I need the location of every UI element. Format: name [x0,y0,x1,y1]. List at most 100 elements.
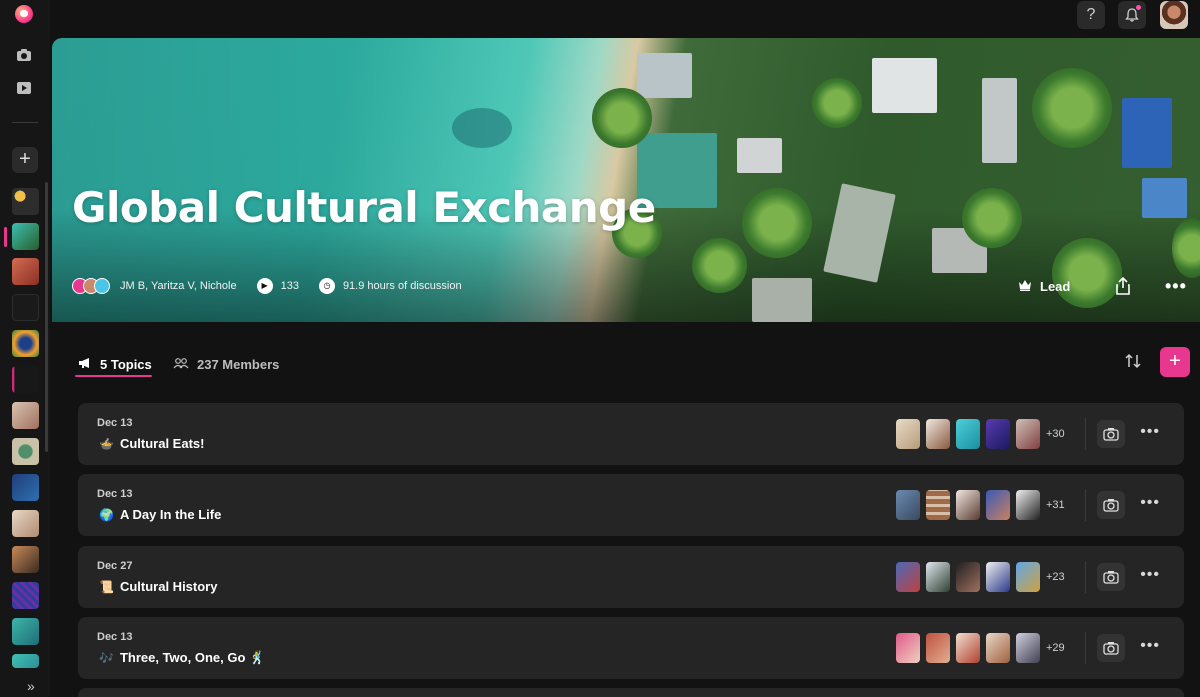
video-thumbnail[interactable] [896,633,920,663]
tab-topics[interactable]: 5 Topics [78,354,152,374]
topic-card[interactable]: Dec 13 🎶 Three, Two, One, Go 🕺 +29 ••• [78,617,1184,679]
group-thumbnail[interactable] [12,366,39,393]
crown-icon [1018,279,1032,294]
more-videos-count: +31 [1046,499,1065,511]
topic-emoji: 🍲 [99,436,114,451]
hero-image-detail [1032,68,1112,148]
share-button[interactable] [1115,274,1131,298]
rail-scrollbar[interactable] [45,182,48,452]
topic-card[interactable]: Dec 13 🍲 Cultural Eats! +30 ••• [78,403,1184,465]
group-thumbnail[interactable] [12,258,39,285]
topic-more-button[interactable]: ••• [1140,566,1160,584]
topic-card[interactable] [78,688,1184,697]
notification-badge [1135,4,1142,11]
video-icon[interactable] [15,79,33,97]
hero-image-detail [737,138,782,173]
group-thumbnail[interactable] [12,294,39,321]
group-thumbnail[interactable] [12,546,39,573]
video-thumbnail[interactable] [926,633,950,663]
hero-image-detail [1142,178,1187,218]
video-thumbnail[interactable] [956,419,980,449]
left-rail: + » [0,0,50,697]
topic-more-button[interactable]: ••• [1140,637,1160,655]
group-thumbnail[interactable] [12,618,39,645]
topic-more-button[interactable]: ••• [1140,423,1160,441]
group-thumbnail[interactable] [12,510,39,537]
video-thumbnail[interactable] [986,419,1010,449]
hero-discussion-label: 91.9 hours of discussion [342,280,462,292]
group-thumbnail[interactable] [12,188,39,215]
video-thumbnail[interactable] [896,419,920,449]
topic-date: Dec 13 [97,488,133,500]
notifications-button[interactable] [1118,1,1146,29]
topic-card[interactable]: Dec 27 📜 Cultural History +23 ••• [78,546,1184,608]
hero-image-detail [823,183,896,283]
add-group-button[interactable]: + [12,147,38,173]
topic-title: 📜 Cultural History [99,579,217,594]
group-hero-banner: Global Cultural Exchange JM B, Yaritza V… [52,38,1200,322]
clock-icon: ◷ [318,278,335,294]
tab-members-label: 237 Members [197,356,280,372]
video-thumbnail[interactable] [896,562,920,592]
expand-sidebar-button[interactable]: » [27,678,35,694]
video-thumbnail[interactable] [986,562,1010,592]
more-options-button[interactable]: ••• [1165,274,1187,298]
video-thumbnail[interactable] [986,490,1010,520]
video-thumbnail[interactable] [956,633,980,663]
group-thumbnail[interactable] [12,474,39,501]
group-thumbnail[interactable] [12,438,39,465]
topic-title-text: Cultural Eats! [119,436,205,451]
topic-title-text: Three, Two, One, Go 🕺 [119,650,266,665]
hero-image-detail [742,188,812,258]
topic-emoji: 📜 [99,579,114,594]
video-thumbnail[interactable] [926,419,950,449]
topic-more-button[interactable]: ••• [1140,494,1160,512]
hero-members-label: JM B, Yaritza V, Nichole [120,280,237,292]
user-avatar[interactable] [1160,1,1188,29]
record-video-button[interactable] [1097,563,1125,591]
lead-button-label: Lead [1040,278,1071,294]
more-videos-count: +29 [1046,642,1065,654]
group-thumbnail[interactable] [12,402,39,429]
rail-divider [12,122,38,123]
video-thumbnail[interactable] [1016,562,1040,592]
group-thumbnail[interactable] [12,654,39,668]
sort-button[interactable] [1122,352,1144,374]
play-icon: ▶ [256,278,273,294]
hero-image-detail [1172,218,1200,278]
video-thumbnail[interactable] [1016,633,1040,663]
video-thumbnail[interactable] [1016,419,1040,449]
group-thumbnail[interactable] [12,330,39,357]
record-video-button[interactable] [1097,491,1125,519]
record-video-button[interactable] [1097,634,1125,662]
tab-topics-label: 5 Topics [100,356,152,372]
video-thumbnail[interactable] [1016,490,1040,520]
app-logo[interactable] [15,5,33,23]
topic-emoji: 🌍 [99,507,114,522]
tab-members[interactable]: 237 Members [173,354,279,374]
card-divider [1085,489,1086,521]
video-thumbnail[interactable] [986,633,1010,663]
help-button[interactable]: ? [1077,1,1105,29]
video-thumbnail[interactable] [896,490,920,520]
add-topic-button[interactable]: + [1160,347,1190,377]
topic-date: Dec 13 [97,631,133,643]
video-thumbnail[interactable] [956,490,980,520]
group-thumbnail[interactable] [12,223,39,250]
video-thumbnail[interactable] [926,562,950,592]
lead-button[interactable]: Lead [1018,274,1070,298]
sort-icon [1125,353,1141,369]
group-title: Global Cultural Exchange [72,183,656,232]
hero-image-detail [872,58,937,113]
topic-card[interactable]: Dec 13 🌍 A Day In the Life +31 ••• [78,474,1184,536]
video-thumbnail[interactable] [926,490,950,520]
record-video-button[interactable] [1097,420,1125,448]
hero-image-detail [592,88,652,148]
video-thumbnail[interactable] [956,562,980,592]
hero-image-detail [692,238,747,293]
camera-plus-icon [1103,428,1119,441]
hero-image-detail [962,188,1022,248]
group-thumbnail[interactable] [12,582,39,609]
camera-icon[interactable] [15,46,33,64]
member-avatar[interactable] [94,278,110,294]
